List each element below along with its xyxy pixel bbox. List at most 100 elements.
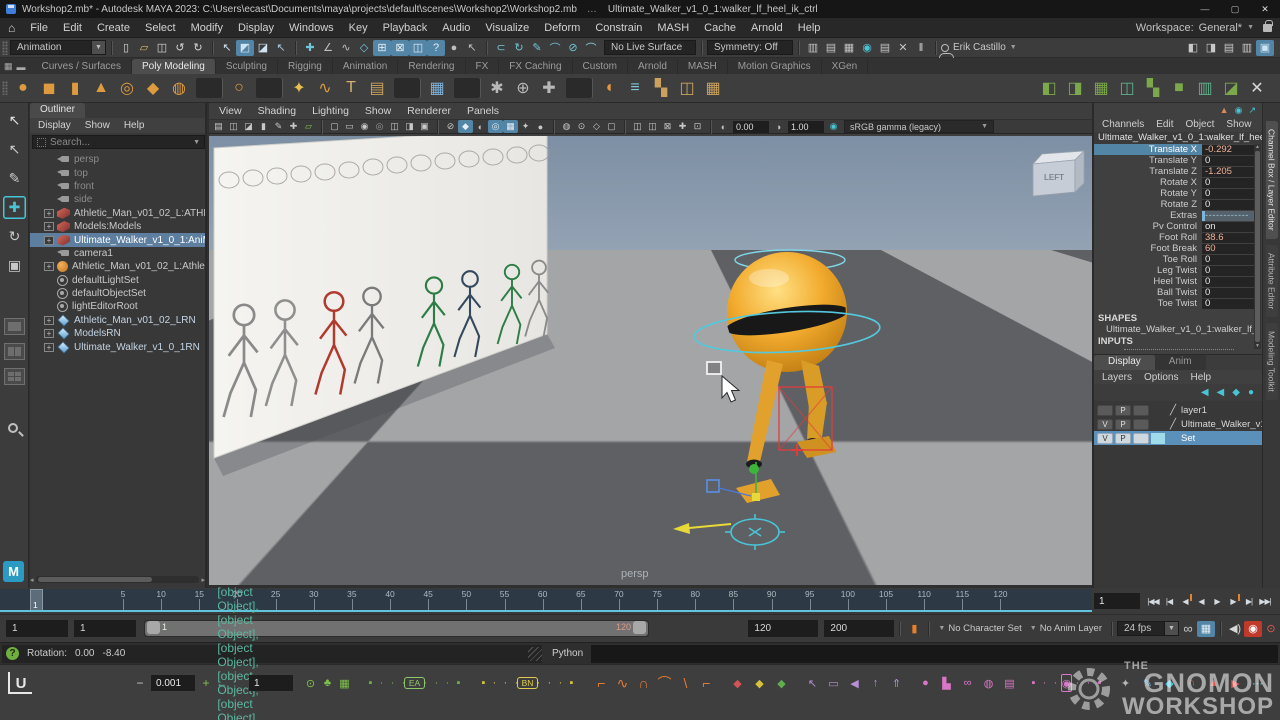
range-start-handle[interactable] [147, 621, 160, 634]
extra-tool-icon[interactable]: ▲ [1205, 674, 1222, 692]
extra-tool-icon[interactable]: ✎ [1139, 674, 1156, 692]
animation-end-field[interactable]: 200 [824, 620, 894, 637]
channel-row[interactable]: Translate Y 0 [1094, 155, 1257, 166]
curve-preset-icon[interactable]: ⌒ [656, 674, 673, 692]
channel-name[interactable]: Leg Twist [1094, 265, 1202, 276]
home-icon[interactable]: ⌂ [8, 21, 15, 35]
menu-item[interactable]: Deform [537, 20, 587, 36]
render-icon[interactable]: ▦ [840, 40, 858, 56]
sidebar-vertical-tab[interactable]: Channel Box / Layer Editor [1266, 121, 1278, 239]
sidebar-toggle-icon[interactable]: ▥ [1238, 40, 1256, 56]
fps-field[interactable]: 24 fps [1117, 621, 1165, 636]
selection-tool-icon[interactable]: ↖ [804, 674, 821, 692]
shelf-tool-icon[interactable]: ≡ [622, 75, 648, 101]
outliner-item[interactable]: front [30, 180, 205, 193]
layer-color-swatch[interactable] [1151, 419, 1165, 430]
extra-tool-icon[interactable]: ∩ [1183, 674, 1200, 692]
snap-icon[interactable]: ∿ [337, 40, 355, 56]
render-icon[interactable]: ◉ [858, 40, 876, 56]
layer-display-toggle[interactable] [1133, 405, 1149, 416]
snap-icon[interactable]: ◇ [355, 40, 373, 56]
render-icon[interactable]: ▥ [804, 40, 822, 56]
right-thigh[interactable] [801, 360, 827, 408]
shelf-tool-icon[interactable]: ▚ [648, 75, 674, 101]
viewport-tool-icon[interactable]: ▱ [301, 120, 316, 133]
render-icon[interactable]: ▤ [876, 40, 894, 56]
shelf-tool-icon[interactable]: ◧ [1036, 75, 1062, 101]
shelf-tab[interactable]: Custom [573, 59, 628, 74]
outliner-item[interactable]: defaultLightSet [30, 274, 205, 287]
sidebar-toggle-icon[interactable]: ▤ [1220, 40, 1238, 56]
shelf-tool-icon[interactable]: ✚ [536, 75, 562, 101]
blend-step-icon[interactable]: · [544, 674, 555, 692]
yellow-axis-line[interactable] [689, 524, 731, 528]
channel-row[interactable]: Rotate Y 0 [1094, 188, 1257, 199]
layer-playback-toggle[interactable]: P [1115, 419, 1131, 430]
ease-step-icon[interactable]: · [431, 674, 442, 692]
pose-tool-icon[interactable]: ∞ [959, 674, 976, 692]
character-set-dropdown[interactable]: ▼No Character Set [938, 623, 1021, 634]
extra-tool-icon[interactable]: ✦ [1117, 674, 1134, 692]
menu-item[interactable]: Audio [435, 20, 477, 36]
menu-item[interactable]: Modify [184, 20, 230, 36]
anim-tool-icon[interactable]: ⊙ [302, 674, 319, 692]
outliner-item[interactable]: + Ultimate_Walker_v1_0_1RN [30, 340, 205, 353]
lighting-toggle-icon[interactable]: ⊙ [574, 120, 589, 133]
camera-toggle-icon[interactable]: ◫ [630, 120, 645, 133]
file-op-icon[interactable]: ▱ [135, 40, 153, 56]
shelf-tab[interactable]: Curves / Surfaces [32, 59, 132, 74]
file-op-icon[interactable]: ◫ [153, 40, 171, 56]
file-op-icon[interactable]: ↻ [189, 40, 207, 56]
transport-button[interactable]: ◀ [1193, 593, 1209, 609]
sidebar-toggle-icon[interactable]: ◧ [1184, 40, 1202, 56]
menu-item[interactable]: MASH [650, 20, 696, 36]
shelf-tab[interactable]: MASH [678, 59, 728, 74]
ease-step-icon[interactable]: · [387, 674, 398, 692]
shading-mode-icon[interactable]: ▢ [327, 120, 342, 133]
viewport-scene[interactable]: LEFT persp [209, 136, 1092, 585]
fps-dropdown-arrow[interactable]: ▼ [1165, 621, 1179, 636]
outliner-item[interactable]: defaultObjectSet [30, 287, 205, 300]
outliner-item[interactable]: + Models:Models [30, 220, 205, 233]
yellow-arrowhead[interactable] [673, 523, 690, 534]
shelf-tool-icon[interactable]: ⊕ [510, 75, 536, 101]
outliner-item[interactable]: + Athletic_Man_v01_02_LRN [30, 314, 205, 327]
expand-icon[interactable] [44, 289, 54, 298]
outliner-item[interactable]: + Athletic_Man_v01_02_L:AthleticMan_A [30, 260, 205, 273]
channel-name[interactable]: Foot Break [1094, 243, 1202, 254]
menu-item[interactable]: Visualize [478, 20, 536, 36]
curve-preset-icon[interactable]: ⌐ [593, 674, 610, 692]
outliner-item[interactable]: + Ultimate_Walker_v1_0_1:AniM_walker [30, 233, 205, 246]
channel-name[interactable]: Toe Twist [1094, 298, 1202, 309]
selection-mode-icon[interactable]: ◩ [236, 40, 254, 56]
extra-tool-icon[interactable]: ▶ [1227, 674, 1244, 692]
channel-row[interactable]: Rotate Z 0 [1094, 199, 1257, 210]
channel-row[interactable]: Heel Twist 0 [1094, 276, 1257, 287]
expand-icon[interactable] [44, 249, 54, 258]
layer-action-icon[interactable]: ◀ [1201, 387, 1209, 398]
expand-icon[interactable] [44, 182, 54, 191]
expand-icon[interactable] [44, 169, 54, 178]
shelf-tool-icon[interactable]: ● [10, 75, 36, 101]
channel-box-icon[interactable]: ◉ [1235, 105, 1243, 116]
tool-icon[interactable]: ↖ [3, 109, 26, 132]
menu-item[interactable]: Playback [376, 20, 435, 36]
menu-item[interactable]: Display [231, 20, 281, 36]
pose-step-icon[interactable]: ▪ [1094, 674, 1105, 692]
anim-layer-dropdown[interactable]: ▼No Anim Layer [1030, 623, 1102, 634]
selection-mode-icon[interactable]: ↖ [272, 40, 290, 56]
file-op-icon[interactable]: ▯ [117, 40, 135, 56]
left-ankle-ball[interactable] [749, 464, 759, 474]
decrement-button[interactable]: − [132, 675, 148, 691]
channel-row[interactable]: Translate Z -1.205 [1094, 166, 1257, 177]
layer-visibility-toggle[interactable]: V [1097, 419, 1113, 430]
viewport-menu-item[interactable]: Renderer [407, 105, 451, 117]
blend-step-icon[interactable]: BN [522, 674, 533, 692]
menu-item[interactable]: Cache [697, 20, 743, 36]
viewport-menu-item[interactable]: Show [365, 105, 391, 117]
channel-row[interactable]: Ball Twist 0 [1094, 287, 1257, 298]
shelf-tool-icon[interactable] [196, 78, 222, 98]
playback-start-field[interactable]: 1 [74, 620, 136, 637]
camera-toggle-icon[interactable]: ⊠ [660, 120, 675, 133]
lock-workspace-icon[interactable] [1263, 24, 1272, 32]
